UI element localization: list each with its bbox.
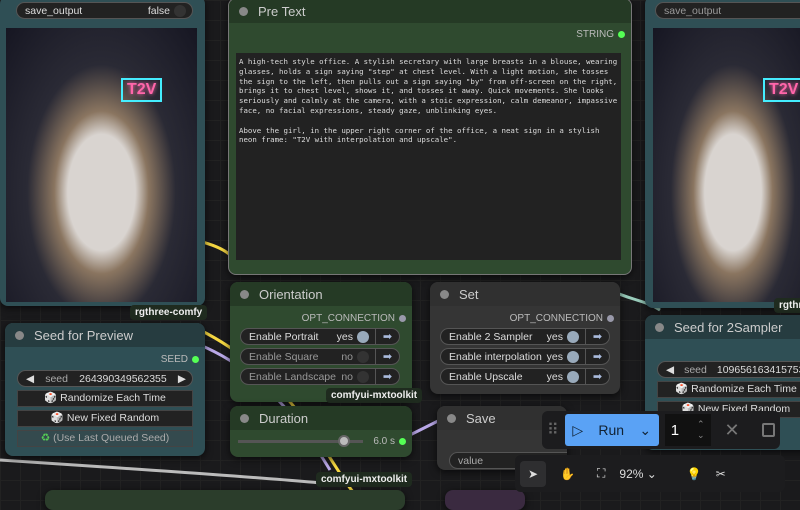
toggle-enable-square[interactable]: Enable Square no ➡ (240, 348, 400, 365)
node-badge: rgthree-comfy (130, 305, 208, 320)
zoom-dropdown[interactable]: 92% ⌄ (619, 467, 656, 481)
use-last-queued-seed-button[interactable]: ♻ (Use Last Queued Seed) (17, 430, 193, 447)
output-label: OPT_CONNECTION (301, 313, 395, 324)
save-output-toggle[interactable]: save_output (655, 2, 800, 19)
decrement-icon: ◀ (666, 363, 675, 376)
chevron-down-icon[interactable]: ⌄ (639, 422, 651, 439)
node-badge: rgthree (774, 298, 800, 313)
neon-sign: T2V (121, 78, 163, 102)
node-badge: comfyui-mxtoolkit (326, 388, 423, 403)
seed-number-input[interactable]: ◀ seed 264390349562355 ▶ (17, 370, 193, 387)
node-title: Seed for 2Sampler (674, 319, 783, 335)
select-tool-icon[interactable]: ➤ (520, 460, 547, 487)
duration-node[interactable]: Duration 6.0 s (230, 406, 412, 457)
toggle-enable-interpolation[interactable]: Enable interpolation yes ➡ (440, 348, 610, 365)
set-node[interactable]: Set OPT_CONNECTION Enable 2 Sampler yes ➡ … (430, 282, 620, 394)
arrow-icon[interactable]: ➡ (375, 369, 399, 384)
output-label: SEED (160, 354, 188, 365)
save-output-toggle[interactable]: save_output false (16, 2, 193, 19)
fit-view-icon[interactable]: ⛶ (597, 466, 605, 481)
node-title: Seed for Preview (34, 327, 133, 343)
video-preview-node-left[interactable]: save_output false T2V (0, 0, 205, 306)
pre-text-node[interactable]: Pre Text STRING A high-tech style office… (228, 0, 632, 275)
video-preview-image: T2V (653, 28, 800, 302)
duration-value: 6.0 s (373, 436, 395, 447)
widget-label: save_output (25, 4, 83, 17)
node-badge: comfyui-mxtoolkit (316, 472, 413, 487)
widget-value: false (147, 4, 170, 17)
run-toolbar: ⠿ ▷ Run ⌄ 1 ⌃ ⌄ ✕ (542, 411, 780, 449)
arrow-icon[interactable]: ➡ (375, 349, 399, 364)
increment-icon[interactable]: ▶ (178, 373, 186, 385)
toggle-enable-upscale[interactable]: Enable Upscale yes ➡ (440, 368, 610, 385)
node-title: Pre Text (258, 3, 306, 19)
arrow-icon[interactable]: ➡ (585, 369, 609, 384)
play-icon: ▷ (572, 421, 584, 438)
seed-number-input[interactable]: ◀ seed 109656163415753 (657, 361, 800, 378)
hide-links-icon[interactable]: ✂ (716, 467, 726, 481)
dice-icon: 🎲 (44, 392, 61, 404)
orientation-node[interactable]: Orientation OPT_CONNECTION Enable Portra… (230, 282, 412, 402)
randomize-each-time-button[interactable]: 🎲 Randomize Each Time (657, 381, 800, 398)
resize-node[interactable] (45, 490, 405, 510)
dice-icon: 🎲 (50, 412, 67, 424)
node-title: Save (466, 410, 496, 426)
lightbulb-icon[interactable]: 💡 (687, 467, 702, 481)
canvas-toolbar: ➤ ✋ ⛶ 92% ⌄ 💡 ✂ (515, 455, 785, 492)
close-icon[interactable]: ✕ (725, 420, 740, 441)
output-socket[interactable] (618, 31, 625, 38)
hand-tool-icon[interactable]: ✋ (560, 467, 575, 481)
collapse-dot[interactable] (239, 6, 248, 16)
arrow-icon[interactable]: ➡ (585, 349, 609, 364)
toggle-enable-2-sampler[interactable]: Enable 2 Sampler yes ➡ (440, 328, 610, 345)
toggle-knob (174, 4, 186, 17)
seed-for-preview-node[interactable]: Seed for Preview SEED ◀ seed 2643903495623… (5, 323, 205, 456)
node-title: Set (459, 286, 479, 302)
output-label: STRING (576, 29, 614, 40)
dice-icon: 🎲 (675, 383, 692, 395)
recycle-icon: ♻ (40, 432, 54, 444)
duration-slider[interactable] (238, 435, 363, 447)
randomize-each-time-button[interactable]: 🎲 Randomize Each Time (17, 390, 193, 407)
arrow-icon[interactable]: ➡ (375, 329, 399, 344)
node-title: Orientation (259, 286, 323, 302)
video-preview-image: T2V (6, 28, 197, 302)
slider-handle[interactable] (338, 435, 350, 447)
lora-node[interactable] (445, 490, 525, 510)
run-button[interactable]: ▷ Run ⌄ (564, 414, 659, 446)
prompt-textarea[interactable]: A high-tech style office. A stylish secr… (236, 53, 621, 260)
stop-icon[interactable] (761, 423, 775, 437)
drag-handle-icon[interactable]: ⠿ (547, 420, 559, 440)
node-title: Duration (259, 410, 309, 426)
new-fixed-random-button[interactable]: 🎲 New Fixed Random (17, 410, 193, 427)
output-label: OPT_CONNECTION (509, 313, 603, 324)
decrement-icon[interactable]: ◀ (26, 373, 34, 385)
stepper-icon: ⌃ ⌄ (696, 419, 705, 440)
toggle-enable-landscape[interactable]: Enable Landscape no ➡ (240, 368, 400, 385)
arrow-icon[interactable]: ➡ (585, 329, 609, 344)
video-preview-node-right[interactable]: save_output T2V (645, 0, 800, 308)
toggle-enable-portrait[interactable]: Enable Portrait yes ➡ (240, 328, 400, 345)
batch-count-input[interactable]: 1 ⌃ ⌄ (664, 414, 711, 446)
